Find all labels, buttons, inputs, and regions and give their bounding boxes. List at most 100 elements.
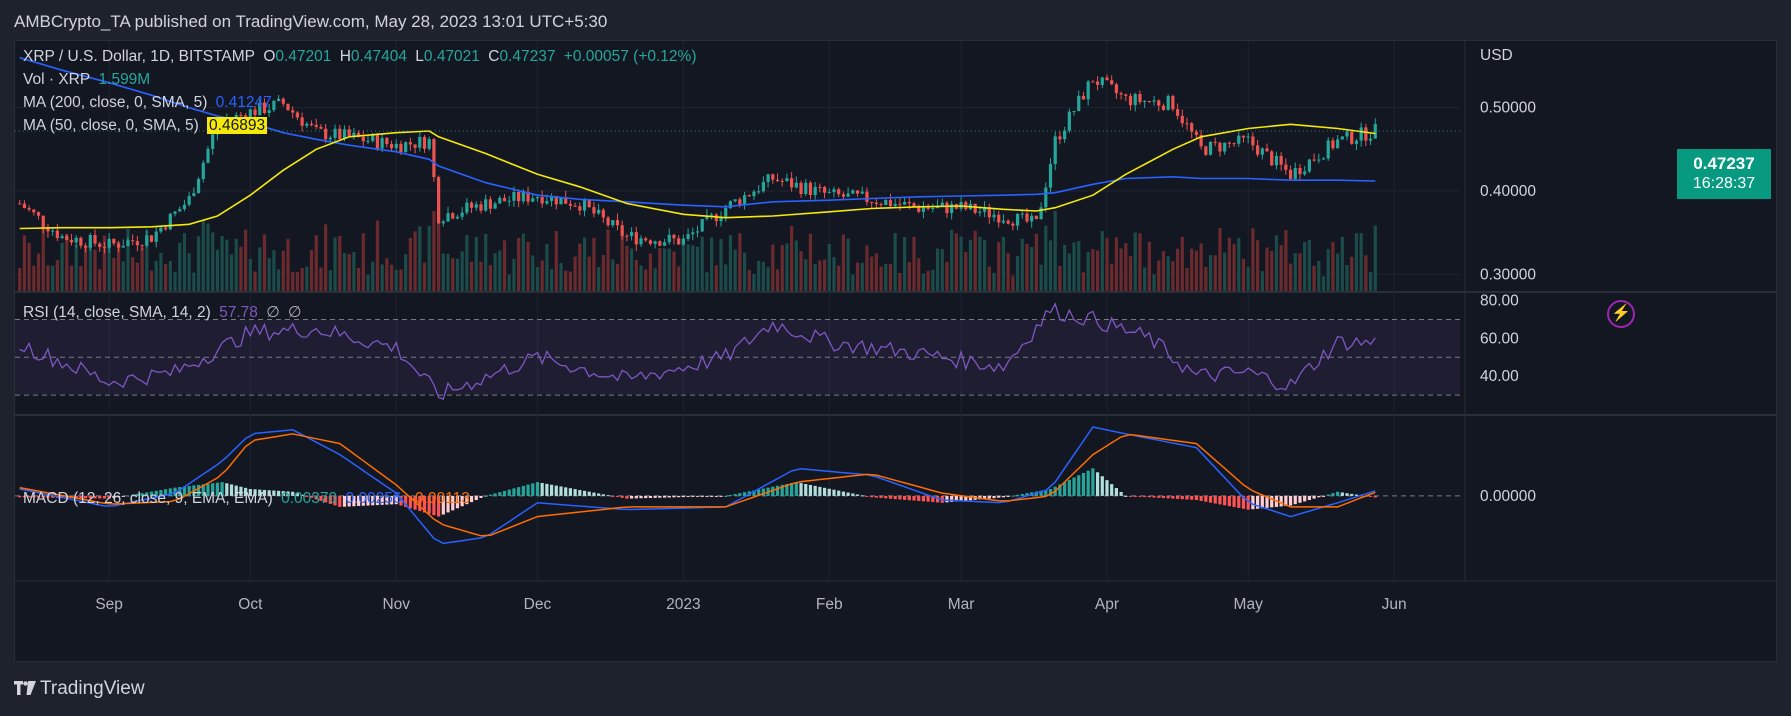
- macd-histogram-bar: [808, 484, 813, 496]
- volume-bar: [338, 235, 342, 291]
- volume-bar: [705, 272, 709, 291]
- macd-histogram-bar: [804, 484, 808, 496]
- volume-bar: [691, 245, 695, 291]
- candle-body: [1001, 220, 1006, 223]
- candle-body: [305, 123, 309, 126]
- volume-bar: [775, 269, 780, 291]
- candle-body: [1110, 80, 1114, 85]
- macd-histogram-bar: [493, 493, 497, 496]
- candle-body: [131, 240, 135, 242]
- volume-bar: [1321, 276, 1326, 291]
- candle-body: [860, 191, 864, 194]
- macd-histogram-bar: [578, 489, 582, 496]
- macd-histogram-bar: [1246, 495, 1250, 510]
- volume-bar: [738, 233, 742, 291]
- volume-bar: [1025, 243, 1029, 291]
- ma200-legend: MA (200, close, 0, SMA, 5) 0.41247: [23, 94, 276, 112]
- volume-bar: [291, 271, 295, 291]
- macd-histogram-bar: [1373, 495, 1377, 498]
- candle-body: [281, 98, 285, 104]
- volume-bar: [662, 248, 667, 291]
- volume-bar: [159, 252, 163, 291]
- volume-bar: [1119, 248, 1123, 291]
- volume-bar: [568, 271, 573, 291]
- macd-histogram-bar: [18, 495, 22, 498]
- tradingview-brand[interactable]: TradingView: [14, 678, 145, 700]
- macd-histogram-bar: [921, 495, 926, 502]
- macd-hist-value: -0.00113: [409, 490, 470, 507]
- candle-body: [761, 181, 765, 192]
- brand-name: TradingView: [40, 678, 145, 699]
- candle-body: [1303, 171, 1307, 175]
- macd-histogram-bar: [1020, 493, 1024, 496]
- macd-histogram-bar: [926, 495, 930, 502]
- volume-label[interactable]: Vol · XRP: [23, 71, 90, 88]
- ma50-label[interactable]: MA (50, close, 0, SMA, 5): [23, 117, 199, 134]
- candle-body: [780, 180, 784, 182]
- volume-bar: [187, 253, 191, 291]
- candle-body: [300, 117, 304, 126]
- candle-body: [112, 238, 116, 244]
- volume-bar: [206, 223, 210, 291]
- macd-label[interactable]: MACD (12, 26, close, 9, EMA, EMA): [23, 490, 273, 507]
- macd-histogram-bar: [1251, 495, 1255, 510]
- candle-body: [837, 189, 841, 195]
- volume-bar: [799, 251, 803, 291]
- volume-bar: [686, 244, 690, 291]
- candle-body: [1237, 135, 1241, 144]
- candle-body: [1063, 130, 1067, 140]
- volume-bar: [1185, 267, 1189, 291]
- volume-bar: [790, 225, 794, 291]
- candle-body: [32, 209, 36, 213]
- volume-bar: [742, 252, 747, 291]
- candle-body: [893, 203, 897, 207]
- volume-bar: [959, 236, 963, 291]
- macd-histogram-bar: [658, 495, 662, 498]
- chart-canvas[interactable]: Sep Oct Nov Dec 2023 Feb Mar Apr May Jun USD 0.5000…: [15, 41, 1777, 662]
- candle-body: [413, 144, 417, 148]
- macd-histogram-bar: [1124, 495, 1128, 497]
- macd-histogram-bar: [1175, 495, 1180, 499]
- symbol-label[interactable]: XRP / U.S. Dollar, 1D, BITSTAMP: [23, 48, 255, 65]
- macd-histogram-bar: [1185, 495, 1189, 500]
- volume-bar: [244, 229, 248, 291]
- volume-bar: [484, 233, 488, 291]
- volume-bar: [1340, 236, 1344, 291]
- volume-bar: [192, 272, 196, 291]
- candle-body: [738, 199, 742, 205]
- macd-histogram-bar: [568, 488, 573, 496]
- volume-bar: [239, 246, 243, 291]
- macd-legend: MACD (12, 26, close, 9, EMA, EMA) 0.0037…: [23, 490, 474, 508]
- candle-body: [808, 182, 813, 196]
- open-value: 0.47201: [275, 48, 332, 65]
- lightning-icon[interactable]: ⚡: [1607, 300, 1635, 328]
- candle-body: [418, 136, 422, 148]
- volume-bar: [1364, 255, 1368, 291]
- candle-body: [601, 209, 605, 218]
- macd-histogram-bar: [870, 495, 874, 498]
- macd-histogram-bar: [1208, 495, 1213, 503]
- candle-body: [1166, 95, 1170, 110]
- volume-bar: [521, 233, 525, 291]
- volume-bar: [681, 237, 685, 291]
- chart-frame[interactable]: Sep Oct Nov Dec 2023 Feb Mar Apr May Jun USD 0.5000…: [14, 40, 1777, 662]
- volume-bar: [60, 242, 64, 291]
- candle-body: [1241, 135, 1246, 138]
- macd-histogram-bar: [1133, 495, 1137, 497]
- macd-histogram-bar: [1293, 495, 1297, 505]
- volume-bar: [1039, 264, 1043, 291]
- candle-body: [399, 143, 403, 153]
- ma200-label[interactable]: MA (200, close, 0, SMA, 5): [23, 94, 207, 111]
- candle-body: [1298, 168, 1302, 175]
- volume-bar: [714, 265, 718, 291]
- volume-bar: [460, 251, 464, 291]
- macd-histogram-bar: [1119, 491, 1123, 496]
- candle-body: [667, 234, 671, 243]
- macd-histogram-bar: [1011, 495, 1015, 497]
- candle-body: [333, 128, 337, 138]
- rsi-tick-label: 60.00: [1480, 330, 1519, 347]
- candle-body: [710, 214, 714, 216]
- rsi-label[interactable]: RSI (14, close, SMA, 14, 2): [23, 304, 211, 321]
- candle-body: [1180, 115, 1184, 124]
- volume-bar: [893, 232, 897, 291]
